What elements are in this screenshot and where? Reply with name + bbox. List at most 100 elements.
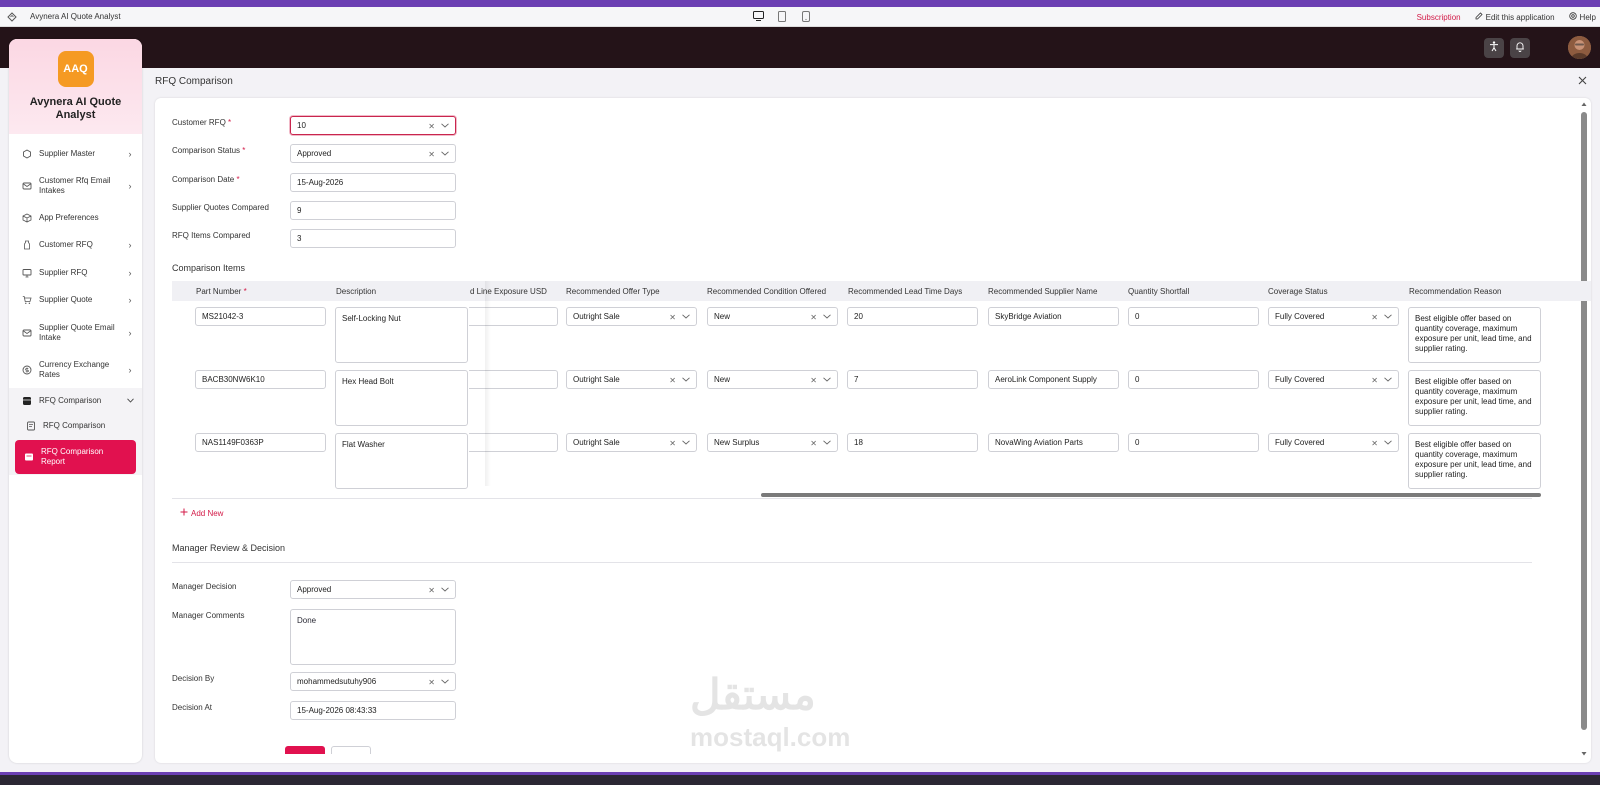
description-input[interactable]: Self-Locking Nut: [335, 307, 468, 363]
decision-by-select[interactable]: mohammedsutuhy906 ✕: [290, 672, 456, 691]
sidebar-item-supplier-quote-email-intake[interactable]: Supplier Quote Email Intake ›: [9, 314, 142, 351]
column-header-coverage-status[interactable]: Coverage Status: [1268, 287, 1328, 296]
supplier-quotes-compared-input[interactable]: 9: [290, 201, 456, 220]
edit-application-link[interactable]: Edit this application: [1475, 12, 1555, 22]
column-header-lead-time[interactable]: Recommended Lead Time Days: [848, 287, 962, 296]
chevron-down-icon[interactable]: [822, 312, 831, 321]
chevron-down-icon[interactable]: [681, 375, 690, 384]
clear-icon[interactable]: ✕: [810, 313, 817, 322]
save-button[interactable]: [285, 746, 325, 754]
help-link[interactable]: Help: [1568, 12, 1596, 22]
sidebar-item-supplier-quote[interactable]: Supplier Quote ›: [9, 286, 142, 314]
column-header-part-number[interactable]: Part Number *: [196, 287, 247, 296]
part-number-input[interactable]: BACB30NW6K10: [195, 370, 326, 389]
tablet-icon[interactable]: [776, 10, 788, 22]
exposure-input[interactable]: [469, 433, 558, 452]
sidebar-item-rfq-comparison-group[interactable]: RFQ Comparison: [9, 388, 142, 413]
clear-icon[interactable]: ✕: [810, 376, 817, 385]
exposure-input[interactable]: [469, 307, 558, 326]
subscription-link[interactable]: Subscription: [1417, 13, 1461, 22]
rfq-items-compared-input[interactable]: 3: [290, 229, 456, 248]
comparison-date-input[interactable]: 15-Aug-2026: [290, 173, 456, 192]
chevron-down-icon[interactable]: [681, 438, 690, 447]
column-header-quantity-shortfall[interactable]: Quantity Shortfall: [1128, 287, 1189, 296]
coverage-status-select[interactable]: Fully Covered ✕: [1268, 370, 1399, 389]
quantity-shortfall-input[interactable]: 0: [1128, 433, 1259, 452]
horizontal-scrollbar[interactable]: [761, 493, 1541, 497]
sidebar-subitem-rfq-comparison-report[interactable]: RFQ Comparison Report: [15, 440, 136, 474]
sidebar-item-customer-rfq-email-intakes[interactable]: Customer Rfq Email Intakes ›: [9, 167, 142, 205]
notifications-button[interactable]: [1510, 38, 1530, 58]
chevron-down-icon[interactable]: [822, 375, 831, 384]
quantity-shortfall-input[interactable]: 0: [1128, 307, 1259, 326]
sidebar-item-supplier-rfq[interactable]: Supplier RFQ ›: [9, 259, 142, 286]
offer-type-select[interactable]: Outright Sale ✕: [566, 433, 697, 452]
coverage-status-select[interactable]: Fully Covered ✕: [1268, 433, 1399, 452]
description-input[interactable]: Flat Washer: [335, 433, 468, 489]
customer-rfq-select[interactable]: 10 ✕: [290, 116, 456, 135]
lead-time-input[interactable]: 7: [847, 370, 978, 389]
clear-icon[interactable]: ✕: [428, 678, 435, 687]
clear-icon[interactable]: ✕: [669, 376, 676, 385]
quantity-shortfall-input[interactable]: 0: [1128, 370, 1259, 389]
condition-select[interactable]: New Surplus ✕: [707, 433, 838, 452]
add-new-button[interactable]: Add New: [180, 508, 223, 518]
clear-icon[interactable]: ✕: [428, 150, 435, 159]
app-logo-icon[interactable]: [4, 9, 20, 25]
cancel-button[interactable]: [331, 746, 371, 754]
chevron-down-icon[interactable]: [822, 438, 831, 447]
chevron-down-icon[interactable]: [1383, 375, 1392, 384]
accessibility-button[interactable]: [1484, 38, 1504, 58]
sidebar-item-currency-exchange-rates[interactable]: Currency Exchange Rates ›: [9, 351, 142, 388]
column-header-offer-type[interactable]: Recommended Offer Type: [566, 287, 660, 296]
recommendation-reason-input[interactable]: Best eligible offer based on quantity co…: [1408, 433, 1541, 489]
chevron-down-icon[interactable]: [440, 677, 449, 686]
column-header-supplier-name[interactable]: Recommended Supplier Name: [988, 287, 1097, 296]
clear-icon[interactable]: ✕: [1371, 313, 1378, 322]
sidebar-item-supplier-master[interactable]: Supplier Master ›: [9, 141, 142, 167]
supplier-name-input[interactable]: NovaWing Aviation Parts: [988, 433, 1119, 452]
condition-select[interactable]: New ✕: [707, 307, 838, 326]
app-logo[interactable]: AAQ: [57, 51, 94, 87]
lead-time-input[interactable]: 20: [847, 307, 978, 326]
desktop-icon[interactable]: [752, 10, 764, 22]
column-header-condition[interactable]: Recommended Condition Offered: [707, 287, 826, 296]
clear-icon[interactable]: ✕: [1371, 439, 1378, 448]
offer-type-select[interactable]: Outright Sale ✕: [566, 307, 697, 326]
clear-icon[interactable]: ✕: [669, 313, 676, 322]
chevron-down-icon[interactable]: [681, 312, 690, 321]
column-header-exposure[interactable]: d Line Exposure USD: [470, 287, 547, 296]
supplier-name-input[interactable]: AeroLink Component Supply: [988, 370, 1119, 389]
clear-icon[interactable]: ✕: [810, 439, 817, 448]
chevron-down-icon[interactable]: [1383, 312, 1392, 321]
user-avatar[interactable]: [1568, 36, 1591, 59]
column-header-recommendation-reason[interactable]: Recommendation Reason: [1409, 287, 1502, 296]
manager-decision-select[interactable]: Approved ✕: [290, 580, 456, 599]
recommendation-reason-input[interactable]: Best eligible offer based on quantity co…: [1408, 307, 1541, 363]
exposure-input[interactable]: [469, 370, 558, 389]
manager-comments-textarea[interactable]: Done: [290, 609, 456, 665]
sidebar-item-customer-rfq[interactable]: Customer RFQ ›: [9, 231, 142, 259]
mobile-icon[interactable]: [800, 10, 812, 22]
clear-icon[interactable]: ✕: [1371, 376, 1378, 385]
description-input[interactable]: Hex Head Bolt: [335, 370, 468, 426]
decision-at-input[interactable]: 15-Aug-2026 08:43:33: [290, 701, 456, 720]
comparison-status-select[interactable]: Approved ✕: [290, 144, 456, 163]
offer-type-select[interactable]: Outright Sale ✕: [566, 370, 697, 389]
clear-icon[interactable]: ✕: [428, 122, 435, 131]
part-number-input[interactable]: MS21042-3: [195, 307, 326, 326]
close-button[interactable]: [1576, 75, 1588, 87]
supplier-name-input[interactable]: SkyBridge Aviation: [988, 307, 1119, 326]
clear-icon[interactable]: ✕: [669, 439, 676, 448]
chevron-down-icon[interactable]: [440, 585, 449, 594]
column-header-description[interactable]: Description: [336, 287, 376, 296]
sidebar-item-app-preferences[interactable]: App Preferences: [9, 205, 142, 231]
recommendation-reason-input[interactable]: Best eligible offer based on quantity co…: [1408, 370, 1541, 426]
clear-icon[interactable]: ✕: [428, 586, 435, 595]
chevron-down-icon[interactable]: [1383, 438, 1392, 447]
part-number-input[interactable]: NAS1149F0363P: [195, 433, 326, 452]
coverage-status-select[interactable]: Fully Covered ✕: [1268, 307, 1399, 326]
sidebar-subitem-rfq-comparison[interactable]: RFQ Comparison: [9, 413, 142, 439]
chevron-down-icon[interactable]: [440, 149, 449, 158]
chevron-down-icon[interactable]: [440, 121, 449, 130]
